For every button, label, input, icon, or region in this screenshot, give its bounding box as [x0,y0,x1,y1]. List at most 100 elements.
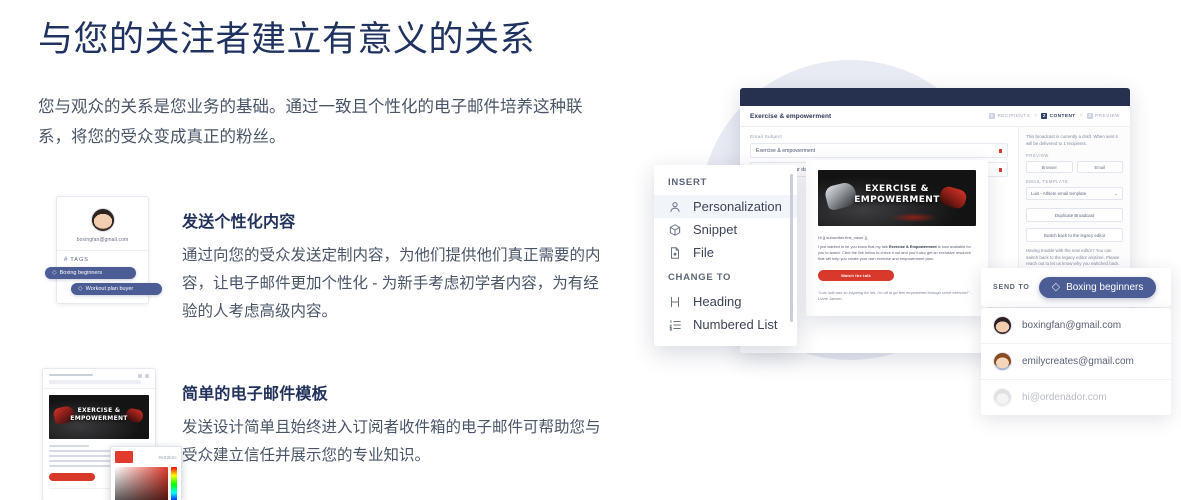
send-to-tag-label: Boxing beginners [1066,282,1144,293]
step-label: PREVIEW [1095,113,1120,119]
cube-icon [668,223,682,237]
color-swatch[interactable] [115,451,133,463]
step-content[interactable]: 2 CONTENT [1041,113,1075,119]
menu-item-file[interactable]: File [654,241,797,264]
insert-section-header: INSERT [668,177,708,188]
heading-icon [668,295,682,309]
tag-pill-boxing-beginners[interactable]: ◇ Boxing beginners [45,267,136,279]
list-item[interactable]: emilycreates@gmail.com [981,344,1171,380]
menu-item-personalization[interactable]: Personalization [654,195,797,218]
menu-item-numbered-list[interactable]: Numbered List [654,313,797,336]
feature-title: 简单的电子邮件模板 [182,386,328,403]
tag-icon: ◇ [1051,281,1061,293]
template-value: Luis - Athlete email template [1031,191,1087,196]
tag-row: ◇ Boxing beginners [45,267,136,279]
emoji-icon[interactable] [999,148,1002,153]
template-toolbar [43,369,155,389]
email-template-thumbnail: EXERCISE & EMPOWERMENT #e03b2c [38,368,182,500]
step-label: RECIPIENTS [997,113,1031,119]
scrollbar[interactable] [790,174,793,322]
editor-titlebar [740,88,1130,106]
watch-the-talk-label: Watch the talk [841,272,871,278]
watch-the-talk-button[interactable]: Watch the talk [818,269,894,281]
step-separator: > [1034,113,1038,119]
email-hero-image: EXERCISE & EMPOWERMENT [818,170,976,226]
menu-item-label: Heading [693,294,742,309]
step-recipients[interactable]: 1 RECIPIENTS [988,113,1031,119]
draft-note: This broadcast is currently a draft. Whe… [1026,134,1118,146]
menu-item-label: File [693,245,714,260]
recipient-email: hi@ordenador.com [1022,392,1107,403]
tags-label: TAGS [70,257,89,263]
menu-item-label: Snippet [693,222,738,237]
email-text-bold: Exercise & Empowerment [888,244,937,249]
editor-steps: 1 RECIPIENTS > 2 CONTENT > 3 PREVIEW [988,113,1120,119]
menu-item-label: Personalization [693,199,782,214]
menu-item-heading[interactable]: Heading [654,290,797,313]
avatar [993,388,1012,407]
tag-label: Boxing beginners [59,270,103,276]
email-testimonial-quote: "Luis' talk was so inspiring for me. I'm… [818,289,972,301]
legacy-editor-button[interactable]: Switch back to the legacy editor [1026,228,1123,242]
email-text-before: I just wanted to let you know that my ta… [818,244,889,249]
recipient-email: boxingfan@gmail.com [1022,320,1122,331]
preview-browser-button[interactable]: Browser [1026,161,1073,173]
step-separator: > [1079,113,1083,119]
avatar [993,316,1012,335]
feature-text-block: 简单的电子邮件模板 发送设计简单且始终进入订阅者收件箱的电子邮件可帮助您与受众建… [182,368,602,470]
preview-mode-toggle: Browser Email [1026,161,1123,173]
color-picker[interactable]: #e03b2c [110,446,182,500]
duplicate-broadcast-label: Duplicate Broadcast [1054,212,1095,218]
send-to-tag-pill[interactable]: ◇ Boxing beginners [1038,277,1157,298]
tag-icon: ◇ [78,286,83,292]
tag-icon: ◇ [52,270,57,276]
person-icon [668,200,682,214]
tags-header: # TAGS [57,251,148,267]
insert-menu: INSERT Personalization Snippet File CHAN… [654,165,797,346]
feature-title: 发送个性化内容 [182,214,296,231]
avatar [90,208,115,232]
preview-browser-label: Browser [1041,164,1057,170]
list-item[interactable]: boxingfan@gmail.com [981,308,1171,344]
list-item[interactable]: hi@ordenador.com [981,380,1171,415]
emoji-icon[interactable] [999,167,1002,172]
email-greeting: Hi {{ subscriber.first_name }}, [818,235,869,240]
saturation-area[interactable] [115,467,168,500]
step-number: 2 [1041,113,1048,119]
subject-input[interactable]: Exercise & empowerment [750,143,1008,158]
subject-label: Email Subject [750,135,782,140]
hero-line-1: EXERCISE & [865,184,929,194]
feature-personalized-content: boxingfan@gmail.com # TAGS ◇ Boxing begi… [38,196,602,326]
hash-icon: # [64,257,68,263]
color-picker-body [115,467,177,500]
editor-header: Exercise & empowerment 1 RECIPIENTS > 2 … [740,106,1130,127]
email-hero-text: EXERCISE & EMPOWERMENT [818,184,976,206]
preview-email-label: Email [1094,164,1105,170]
menu-item-snippet[interactable]: Snippet [654,218,797,241]
step-label: CONTENT [1049,113,1076,119]
feature-description: 发送设计简单且始终进入订阅者收件箱的电子邮件可帮助您与受众建立信任并展示您的专业… [182,419,601,464]
toolbar-icons [138,374,149,378]
feature-text-block: 发送个性化内容 通过向您的受众发送定制内容，为他们提供他们真正需要的内容，让电子… [182,196,602,326]
preview-email-button[interactable]: Email [1076,161,1123,173]
color-hex-value: #e03b2c [158,454,177,460]
legacy-editor-label: Switch back to the legacy editor [1043,232,1106,238]
email-preview-card: EXERCISE & EMPOWERMENT Hi {{ subscriber.… [806,160,988,316]
step-number: 1 [988,113,995,119]
subscriber-card: boxingfan@gmail.com # TAGS ◇ Boxing begi… [45,196,162,304]
tag-row: ◇ Workout plan buyer [71,283,162,295]
menu-item-label: Numbered List [693,317,778,332]
email-template-select[interactable]: Luis - Athlete email template ⌄ [1026,187,1123,200]
page-title: 与您的关注者建立有意义的关系 [38,20,536,59]
numbered-list-icon [668,318,682,332]
template-hero-image: EXERCISE & EMPOWERMENT [49,395,149,439]
legacy-editor-note: Having trouble with the new editor? You … [1026,248,1120,266]
step-number: 3 [1086,113,1093,119]
hue-slider[interactable] [171,467,177,500]
tag-pill-workout-plan-buyer[interactable]: ◇ Workout plan buyer [71,283,162,295]
duplicate-broadcast-button[interactable]: Duplicate Broadcast [1026,208,1123,222]
product-screenshot-collage: Exercise & empowerment 1 RECIPIENTS > 2 … [618,0,1181,500]
page-subtitle: 您与观众的关系是您业务的基础。通过一致且个性化的电子邮件培养这种联系，将您的受众… [38,98,583,146]
step-preview[interactable]: 3 PREVIEW [1086,113,1120,119]
landing-page-section: 与您的关注者建立有意义的关系 您与观众的关系是您业务的基础。通过一致且个性化的电… [0,0,1181,500]
